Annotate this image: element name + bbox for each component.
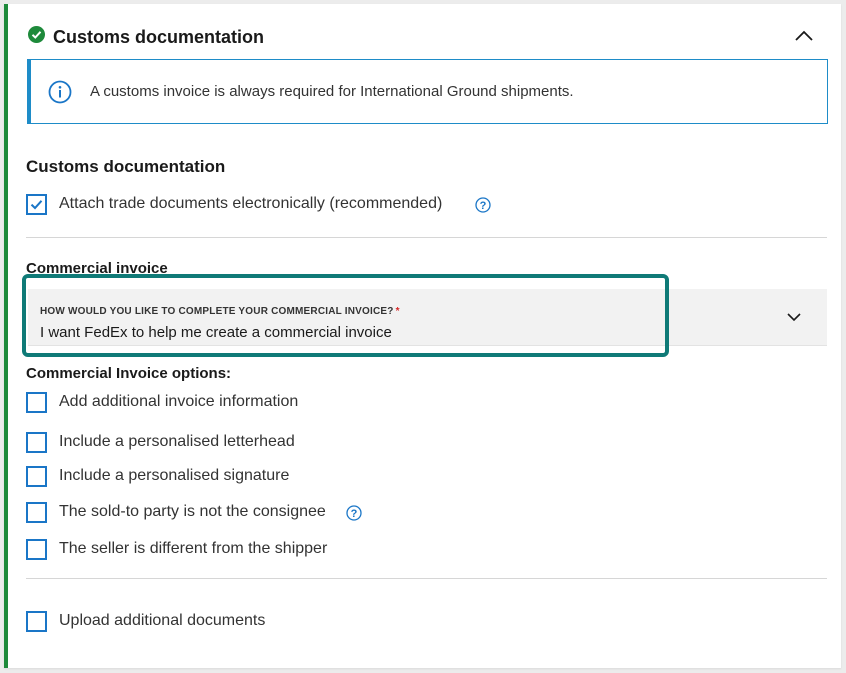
personalised-letterhead-label: Include a personalised letterhead — [59, 433, 295, 450]
customs-documentation-title: Customs documentation — [26, 157, 226, 176]
attach-trade-documents-label: Attach trade documents electronically (r… — [59, 195, 443, 212]
personalised-letterhead-checkbox[interactable] — [26, 432, 47, 453]
info-icon — [48, 80, 72, 104]
section-header-title: Customs documentation — [53, 27, 265, 47]
info-banner: A customs invoice is always required for… — [27, 59, 828, 124]
personalised-signature-label: Include a personalised signature — [59, 467, 290, 484]
commercial-invoice-method-select[interactable]: HOW WOULD YOU LIKE TO COMPLETE YOUR COMM… — [28, 289, 827, 346]
additional-invoice-info-label: Add additional invoice information — [59, 393, 299, 410]
divider — [26, 237, 827, 238]
chevron-up-icon — [795, 30, 813, 41]
additional-invoice-info-checkbox[interactable] — [26, 392, 47, 413]
personalised-signature-checkbox[interactable] — [26, 466, 47, 487]
commercial-invoice-title: Commercial invoice — [26, 260, 168, 277]
attach-trade-documents-checkbox[interactable] — [26, 194, 47, 215]
commercial-invoice-method-label: HOW WOULD YOU LIKE TO COMPLETE YOUR COMM… — [40, 306, 400, 317]
collapse-section-button[interactable] — [792, 26, 816, 46]
commercial-invoice-method-value: I want FedEx to help me create a commerc… — [40, 324, 392, 341]
upload-additional-documents-label: Upload additional documents — [59, 612, 266, 629]
customs-documentation-panel: Customs documentation A customs invoice … — [4, 4, 841, 668]
info-banner-text: A customs invoice is always required for… — [90, 83, 574, 100]
seller-different-checkbox[interactable] — [26, 539, 47, 560]
upload-additional-documents-checkbox[interactable] — [26, 611, 47, 632]
help-icon[interactable]: ? — [475, 197, 491, 213]
check-circle-icon — [28, 26, 45, 43]
chevron-down-icon — [787, 313, 801, 322]
checkmark-icon — [30, 200, 43, 210]
commercial-invoice-options-title: Commercial Invoice options: — [26, 365, 232, 382]
help-icon[interactable]: ? — [346, 505, 362, 521]
sold-to-party-checkbox[interactable] — [26, 502, 47, 523]
svg-text:?: ? — [480, 200, 487, 212]
divider — [26, 578, 827, 579]
svg-text:?: ? — [351, 508, 358, 520]
sold-to-party-label: The sold-to party is not the consignee — [59, 503, 326, 520]
required-mark: * — [395, 306, 400, 317]
seller-different-label: The seller is different from the shipper — [59, 540, 328, 557]
